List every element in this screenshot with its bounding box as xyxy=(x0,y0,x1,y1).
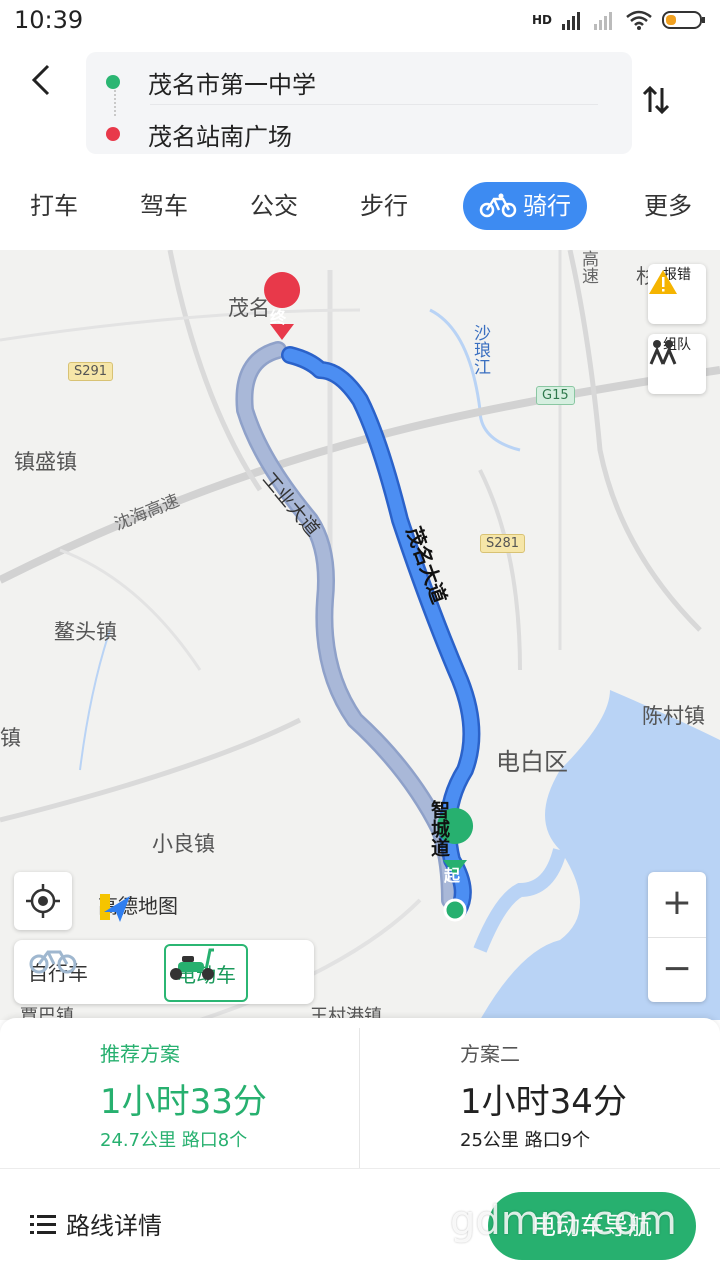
route-details-button[interactable]: 路线详情 xyxy=(30,1206,162,1241)
tab-cycling[interactable]: 骑行 xyxy=(463,182,587,230)
team-button[interactable]: 组队 xyxy=(648,334,706,394)
hd-signal-icon: HD xyxy=(531,13,552,27)
plan-meta: 24.7公里 路口8个 xyxy=(100,1130,248,1151)
warning-icon xyxy=(649,270,677,294)
ebike-option[interactable]: 电动车 xyxy=(164,944,248,1002)
map-label-dianbai: 电白区 xyxy=(496,748,568,776)
destination-field[interactable]: 茂名站南广场 xyxy=(106,110,292,158)
battery-icon xyxy=(662,11,705,29)
status-bar: 10:39 HD xyxy=(0,0,720,44)
map-label-xiaoliang: 小良镇 xyxy=(152,832,215,856)
road-shield-g15: G15 xyxy=(536,386,575,405)
map-label-zhensheng: 镇盛镇 xyxy=(14,450,77,474)
map-label-maoming: 茂名 xyxy=(228,296,270,320)
back-button[interactable] xyxy=(22,60,62,100)
ebike-navigation-button[interactable]: 电动车导航 xyxy=(488,1192,696,1260)
map-label-chencun: 陈村镇 xyxy=(642,704,705,728)
plan-duration: 1小时33分 xyxy=(100,1082,267,1122)
zoom-in-button[interactable]: + xyxy=(648,872,706,937)
amap-logo: 高德地图 xyxy=(98,890,178,922)
tab-drive[interactable]: 驾车 xyxy=(140,182,188,230)
team-icon xyxy=(649,340,677,365)
destination-text: 茂名站南广场 xyxy=(148,122,292,151)
bicycle-option[interactable]: 自行车 xyxy=(28,944,88,998)
tab-cycling-label: 骑行 xyxy=(523,192,571,220)
road-shield-s291: S291 xyxy=(68,362,114,381)
list-icon xyxy=(30,1214,56,1234)
signal-weak-icon xyxy=(594,12,612,30)
map-label-town: 镇 xyxy=(0,726,21,750)
road-label-zhicheng: 智城道 xyxy=(428,800,450,857)
tab-walk[interactable]: 步行 xyxy=(360,182,408,230)
bicycle-icon xyxy=(29,950,77,974)
start-marker[interactable]: 起 xyxy=(444,862,460,886)
origin-dot-icon xyxy=(106,75,120,89)
tab-more[interactable]: 更多 xyxy=(644,182,692,230)
status-time: 10:39 xyxy=(14,6,84,34)
report-error-button[interactable]: 报错 xyxy=(648,264,706,324)
chevron-left-icon xyxy=(31,64,50,96)
vehicle-switch: 自行车 电动车 xyxy=(14,940,314,1004)
scooter-icon xyxy=(170,948,214,980)
wifi-icon xyxy=(626,10,652,30)
plan-two[interactable]: 方案二 1小时34分 25公里 路口9个 xyxy=(360,1018,718,1168)
plan-label: 推荐方案 xyxy=(100,1042,180,1066)
map-label-expressway: 高速 xyxy=(578,250,598,284)
map-view[interactable]: 茂名 镇盛镇 鳌头镇 镇 小良镇 电白区 陈村镇 沙琅江 高速 杉 覃巴镇 王村… xyxy=(0,250,720,1020)
signal-icon xyxy=(562,12,580,30)
locate-icon xyxy=(26,884,60,918)
swap-icon xyxy=(642,85,670,115)
origin-field[interactable]: 茂名市第一中学 xyxy=(106,58,316,106)
origin-text: 茂名市第一中学 xyxy=(148,70,316,99)
transport-tabs: 打车 驾车 公交 步行 骑行 更多 xyxy=(0,182,720,238)
zoom-controls: + − xyxy=(648,872,706,1002)
bicycle-icon xyxy=(479,193,517,218)
divider xyxy=(150,104,598,105)
plan-duration: 1小时34分 xyxy=(460,1082,627,1122)
divider xyxy=(0,1168,720,1169)
map-label-aotou: 鳌头镇 xyxy=(54,620,117,644)
tab-taxi[interactable]: 打车 xyxy=(30,182,78,230)
plan-label: 方案二 xyxy=(460,1042,520,1066)
route-input-card: 茂名市第一中学 茂名站南广场 xyxy=(86,52,632,154)
road-shield-s281: S281 xyxy=(480,534,526,553)
swap-button[interactable] xyxy=(636,80,676,120)
tab-transit[interactable]: 公交 xyxy=(250,182,298,230)
status-icons: HD xyxy=(532,10,706,30)
zoom-out-button[interactable]: − xyxy=(648,938,706,1003)
destination-dot-icon xyxy=(106,127,120,141)
amap-logo-icon xyxy=(100,894,130,922)
plan-recommended[interactable]: 推荐方案 1小时33分 24.7公里 路口8个 xyxy=(0,1018,358,1168)
route-plans-panel: 推荐方案 1小时33分 24.7公里 路口8个 方案二 1小时34分 25公里 … xyxy=(0,1018,720,1280)
route-header: 茂名市第一中学 茂名站南广场 打车 驾车 公交 步行 骑行 更多 xyxy=(0,44,720,250)
route-details-label: 路线详情 xyxy=(66,1212,162,1240)
map-label-shalang-river: 沙琅江 xyxy=(470,324,490,375)
locate-button[interactable] xyxy=(14,872,72,930)
end-marker[interactable]: 终 xyxy=(270,304,286,328)
plan-meta: 25公里 路口9个 xyxy=(460,1130,591,1151)
